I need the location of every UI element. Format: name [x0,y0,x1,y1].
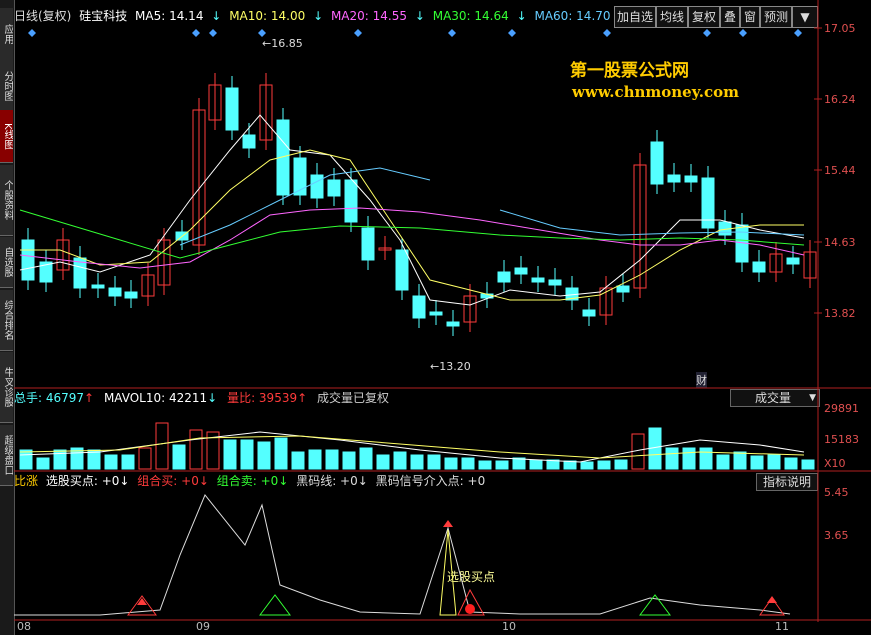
volume-bar [597,460,611,470]
volume-bar [495,460,509,470]
volume-bar [121,454,135,470]
candle [667,174,681,183]
volume-bar [461,457,475,470]
volume-bar [427,454,441,470]
volume-bar [36,457,50,470]
ma10-line [20,149,804,301]
candle [412,295,426,319]
event-marker-icon [192,29,200,37]
candle [497,271,511,283]
sell-signal [639,594,671,616]
volume-bar [308,449,322,470]
up-arrow-icon [443,520,453,527]
volume-bar [342,451,356,470]
volume-bar [104,454,118,470]
volume-bar [750,455,764,470]
candle [108,287,122,297]
candle [650,141,664,185]
event-marker-icon [703,29,711,37]
event-marker-icon [794,29,802,37]
candle [446,321,460,327]
ma30-line [19,209,805,259]
volume-bar [529,459,543,470]
ma5-line [19,114,805,306]
volume-bar [138,447,152,470]
candle [582,309,596,317]
candle [548,279,562,286]
candle [361,227,375,261]
volume-bar [699,447,713,470]
candle [242,134,256,149]
volume-bar [767,454,781,470]
candle [91,284,105,289]
volume-bar [393,451,407,470]
volume-bar [189,429,203,470]
candle [786,257,800,265]
volume-bar [172,444,186,470]
candle [616,285,630,293]
candle [21,239,35,281]
event-marker-icon [354,29,362,37]
candle [225,87,239,131]
candle [310,174,324,199]
volume-bar [274,437,288,470]
candle [752,261,766,273]
sell-signal [259,594,291,616]
candle [531,277,545,283]
volume-bar [291,451,305,470]
volume-bar [665,447,679,470]
volume-bar [223,439,237,470]
candle [684,175,698,183]
event-marker-icon [448,29,456,37]
volume-bar [155,422,169,470]
candle [344,179,358,223]
event-marker-icon [258,29,266,37]
signal-dot [465,604,475,614]
volume-bar [580,461,594,470]
volume-bar [614,459,628,470]
candle [327,179,341,197]
volume-bar [784,457,798,470]
event-marker-icon [739,29,747,37]
up-arrow-icon [767,596,777,603]
candle [395,249,409,291]
volume-bar [478,460,492,470]
volume-bar [325,449,339,470]
event-marker-icon [508,29,516,37]
volume-bar [410,454,424,470]
candle [429,311,443,316]
volume-bar [376,454,390,470]
volume-bar [240,439,254,470]
volume-bar [257,441,271,470]
indicator-line [14,494,791,616]
volume-bar [801,459,815,470]
volume-bar [733,451,747,470]
stock-chart[interactable] [0,0,871,635]
volume-bar [19,449,33,470]
volume-bar [716,454,730,470]
event-marker-icon [28,29,36,37]
event-marker-icon [209,29,217,37]
candle [124,291,138,299]
event-marker-icon [603,29,611,37]
candle [514,267,528,275]
volume-bar [359,447,373,470]
volume-bar [682,447,696,470]
buy-signal [439,529,457,616]
volume-bar [444,457,458,470]
